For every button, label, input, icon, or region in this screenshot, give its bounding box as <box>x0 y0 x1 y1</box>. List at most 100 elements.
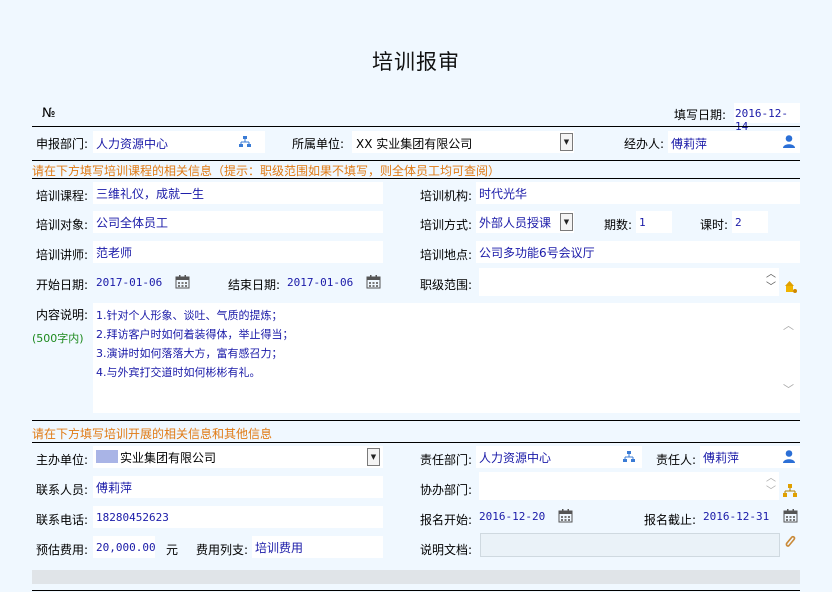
calendar-icon[interactable] <box>366 274 381 289</box>
desc-label: 内容说明: <box>36 308 89 322</box>
bottom-toolbar <box>32 570 800 584</box>
unit-select[interactable]: XX 实业集团有限公司 ▼ <box>352 131 574 153</box>
phone-field[interactable]: 18280452623 <box>93 506 383 528</box>
handler-field[interactable]: 傅莉萍 <box>668 131 800 153</box>
scroll-down-icon[interactable]: ﹀ <box>783 381 794 397</box>
host-select[interactable]: 实业集团有限公司 ▼ <box>93 446 383 468</box>
resp-dept-field[interactable]: 人力资源中心 <box>476 446 642 468</box>
place-label: 培训地点: <box>420 248 473 262</box>
dept-label: 申报部门: <box>36 137 89 151</box>
resp-person-label: 责任人: <box>656 453 697 467</box>
doc-label: 说明文档: <box>420 543 473 557</box>
periods-value: 1 <box>639 216 646 229</box>
person-icon[interactable] <box>782 449 796 464</box>
place-field[interactable]: 公司多功能6号会议厅 <box>476 241 800 263</box>
dept-value: 人力资源中心 <box>96 137 169 151</box>
doc-attachment-field[interactable] <box>480 533 780 557</box>
dept-field[interactable]: 人力资源中心 <box>93 131 265 153</box>
expense-value: 培训费用 <box>255 541 304 555</box>
resp-dept-value: 人力资源中心 <box>479 451 552 465</box>
periods-field[interactable]: 1 <box>636 211 672 233</box>
org-tree-icon[interactable] <box>622 450 636 464</box>
page-title: 培训报审 <box>372 50 460 74</box>
org-field[interactable]: 时代光华 <box>476 182 800 204</box>
dropdown-arrow-icon[interactable]: ▼ <box>560 133 573 151</box>
periods-label: 期数: <box>604 218 633 232</box>
course-value: 三维礼仪，成就一生 <box>96 187 205 201</box>
scroll-up-icon[interactable]: ︿ <box>783 317 794 333</box>
place-value: 公司多功能6号会议厅 <box>479 246 595 260</box>
assist-scroll-arrows[interactable]: ︿ ﹀ <box>764 472 778 500</box>
calendar-icon[interactable] <box>783 508 798 523</box>
target-value: 公司全体员工 <box>96 216 169 230</box>
fill-date-label: 填写日期: <box>674 108 727 122</box>
section2-hint: 请在下方填写培训开展的相关信息和其他信息 <box>32 427 273 441</box>
course-field[interactable]: 三维礼仪，成就一生 <box>93 182 383 204</box>
rank-label: 职级范围: <box>420 278 473 292</box>
contact-field[interactable]: 傅莉萍 <box>93 476 383 498</box>
phone-label: 联系电话: <box>36 513 89 527</box>
fill-date-value: 2016-12-14 <box>735 107 788 133</box>
method-value: 外部人员授课 <box>479 216 552 230</box>
divider-2 <box>32 178 800 179</box>
hours-label: 课时: <box>700 218 729 232</box>
org-tree-icon[interactable] <box>782 484 798 498</box>
expense-field[interactable]: 培训费用 <box>252 536 383 558</box>
course-label: 培训课程: <box>36 189 89 203</box>
desc-textarea[interactable]: 1.针对个人形象、谈吐、气质的提炼； 2.拜访客户时如何着装得体，举止得当； 3… <box>93 303 800 413</box>
handler-label: 经办人: <box>624 137 665 151</box>
end-date-field[interactable]: 2017-01-06 <box>284 272 384 294</box>
assist-field[interactable] <box>479 472 779 500</box>
desc-line: 3.演讲时如何落落大方，富有感召力； <box>96 347 283 360</box>
budget-value: 20,000.00 <box>96 541 156 554</box>
reg-start-value: 2016-12-20 <box>479 510 546 523</box>
unit-value: XX 实业集团有限公司 <box>356 137 473 151</box>
contact-label: 联系人员: <box>36 483 89 497</box>
desc-line: 2.拜访客户时如何着装得体，举止得当； <box>96 328 294 341</box>
unit-label: 所属单位: <box>292 137 345 151</box>
calendar-icon[interactable] <box>175 274 190 289</box>
dropdown-arrow-icon[interactable]: ▼ <box>560 213 573 231</box>
divider-3 <box>32 420 800 421</box>
resp-person-field[interactable]: 傅莉萍 <box>700 446 800 468</box>
expense-label: 费用列支: <box>196 543 249 557</box>
calendar-icon[interactable] <box>558 508 573 523</box>
budget-label: 预估费用: <box>36 543 89 557</box>
divider-4 <box>32 442 800 443</box>
reg-end-field[interactable]: 2016-12-31 <box>700 506 800 528</box>
reg-end-label: 报名截止: <box>644 513 697 527</box>
hours-field[interactable]: 2 <box>732 211 768 233</box>
reg-start-field[interactable]: 2016-12-20 <box>476 506 576 528</box>
start-date-field[interactable]: 2017-01-06 <box>93 272 191 294</box>
section1-hint: 请在下方填写培训课程的相关信息（提示：职级范围如果不填写，则全体员工均可查阅） <box>32 164 501 178</box>
desc-hint: (500字内) <box>32 332 84 345</box>
teacher-field[interactable]: 范老师 <box>93 241 383 263</box>
start-date-value: 2017-01-06 <box>96 276 163 289</box>
person-icon[interactable] <box>782 134 796 149</box>
resp-dept-label: 责任部门: <box>420 453 473 467</box>
resp-person-value: 傅莉萍 <box>703 451 740 465</box>
target-label: 培训对象: <box>36 218 89 232</box>
method-select[interactable]: 外部人员授课 ▼ <box>476 211 574 233</box>
budget-unit: 元 <box>166 543 179 557</box>
group-icon[interactable] <box>782 280 797 294</box>
rank-scroll-arrows[interactable]: ︿ ﹀ <box>764 268 778 296</box>
redacted-block <box>96 450 118 463</box>
teacher-label: 培训讲师: <box>36 248 89 262</box>
dropdown-arrow-icon[interactable]: ▼ <box>367 448 380 466</box>
budget-field[interactable]: 20,000.00 <box>93 536 156 558</box>
target-field[interactable]: 公司全体员工 <box>93 211 383 233</box>
divider-top <box>32 126 800 127</box>
org-tree-icon[interactable] <box>238 135 252 149</box>
hours-value: 2 <box>735 216 742 229</box>
handler-value: 傅莉萍 <box>671 137 708 151</box>
desc-line: 4.与外宾打交道时如何彬彬有礼。 <box>96 366 261 379</box>
paperclip-icon[interactable] <box>783 534 797 550</box>
fill-date-field[interactable]: 2016-12-14 <box>734 103 800 133</box>
contact-value: 傅莉萍 <box>96 481 133 495</box>
number-label: № <box>42 106 56 121</box>
host-value: 实业集团有限公司 <box>120 451 217 465</box>
end-label: 结束日期: <box>228 278 281 292</box>
reg-start-label: 报名开始: <box>420 513 473 527</box>
rank-field[interactable] <box>479 268 779 296</box>
